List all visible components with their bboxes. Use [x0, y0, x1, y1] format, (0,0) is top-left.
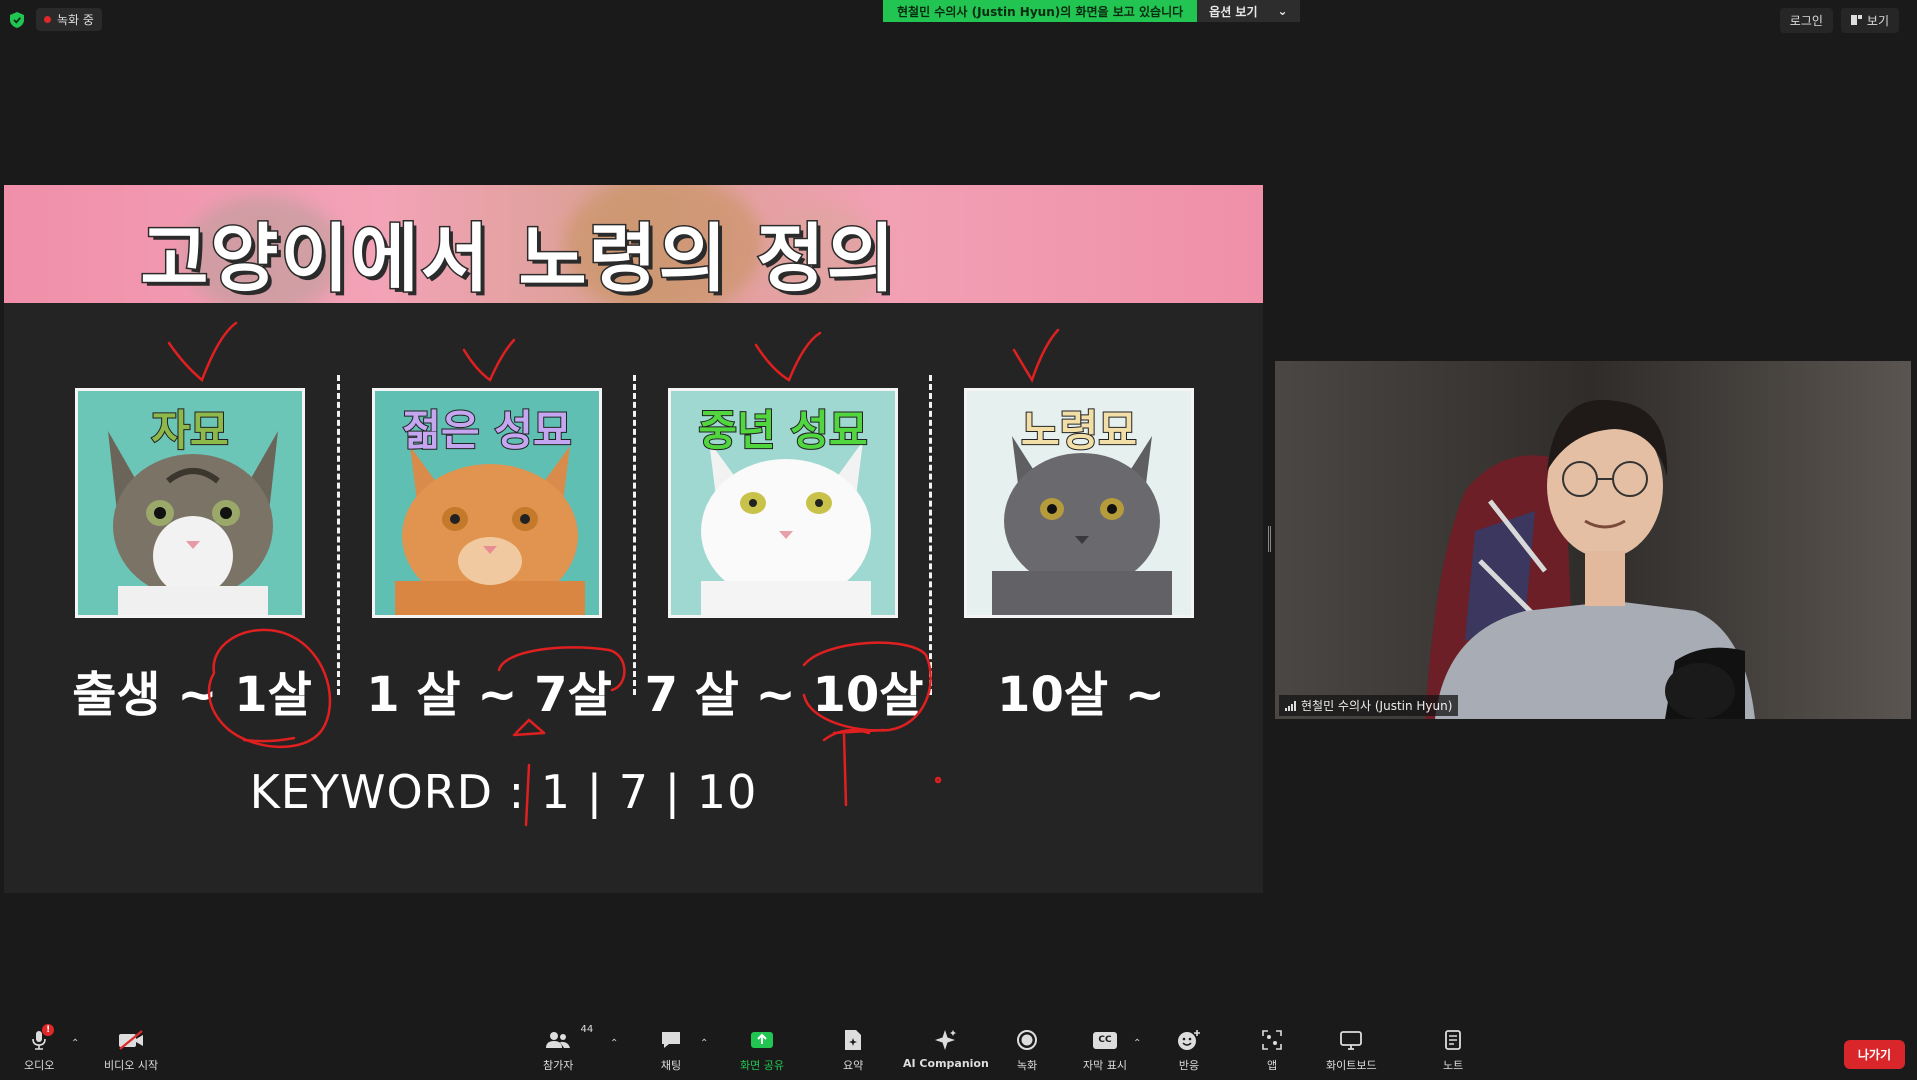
captions-label: 자막 표시 [1083, 1059, 1127, 1072]
screen-share-banner: 현철민 수의사 (Justin Hyun)의 화면을 보고 있습니다 옵션 보기… [883, 0, 1300, 22]
share-screen-button[interactable]: 화면 공유 [740, 1028, 784, 1073]
shared-screen-slide: 고양이에서 노령의 정의 자묘 젊은 성묘 중년 성묘 노령묘 출생 ~ 1살 … [4, 185, 1263, 893]
dashed-divider [337, 375, 340, 695]
reactions-button[interactable]: 반응 [1177, 1028, 1201, 1073]
whiteboard-label: 화이트보드 [1326, 1059, 1377, 1072]
sparkle-icon [934, 1028, 958, 1052]
recording-dot-icon [44, 16, 51, 23]
participants-icon: 44 [545, 1024, 593, 1052]
record-label: 녹화 [1016, 1059, 1038, 1072]
zoom-meeting-window: 녹화 중 현철민 수의사 (Justin Hyun)의 화면을 보고 있습니다 … [0, 0, 1917, 1080]
chat-button[interactable]: 채팅 [660, 1028, 682, 1073]
recording-indicator[interactable]: 녹화 중 [36, 8, 102, 31]
share-banner-text: 현철민 수의사 (Justin Hyun)의 화면을 보고 있습니다 [883, 0, 1198, 22]
apps-label: 앱 [1266, 1059, 1278, 1072]
leave-meeting-button[interactable]: 나가기 [1843, 1040, 1905, 1069]
whiteboard-icon [1339, 1028, 1363, 1052]
age-range-kitten: 출생 ~ 1살 [72, 667, 312, 723]
arrow-annotation [512, 731, 546, 737]
chat-icon [660, 1028, 682, 1052]
participants-caret-icon[interactable]: ⌃ [610, 1038, 618, 1049]
view-options-label: 옵션 보기 [1209, 4, 1258, 19]
age-range-senior: 10살 ~ [997, 667, 1165, 723]
whiteboard-button[interactable]: 화이트보드 [1326, 1028, 1377, 1073]
keyword-line: KEYWORD : 1 | 7 | 10 [249, 765, 758, 819]
card-label-middle-aged: 중년 성묘 [697, 405, 868, 456]
view-options-button[interactable]: 옵션 보기 ⌄ [1197, 0, 1300, 22]
card-young-adult: 젊은 성묘 [372, 388, 602, 618]
chat-label: 채팅 [660, 1059, 682, 1072]
chat-caret-icon[interactable]: ⌃ [700, 1038, 708, 1049]
closed-captions-icon: CC [1092, 1028, 1117, 1052]
slide-header-banner: 고양이에서 노령의 정의 [4, 185, 1263, 303]
card-label-young-adult: 젊은 성묘 [401, 405, 572, 456]
encryption-shield-icon[interactable] [8, 10, 26, 30]
participants-button[interactable]: 44 참가자 [543, 1024, 593, 1073]
apps-button[interactable]: 앱 [1262, 1028, 1282, 1073]
card-label-kitten: 자묘 [150, 405, 229, 456]
reactions-label: 반응 [1178, 1059, 1200, 1072]
signal-strength-icon [1285, 700, 1296, 711]
summary-button[interactable]: 요약 [843, 1028, 863, 1073]
apps-grid-icon [1262, 1028, 1282, 1052]
checkmark-annotation [1012, 328, 1060, 383]
participants-label: 참가자 [543, 1059, 574, 1072]
participant-video-feed [1275, 361, 1911, 719]
participant-video-tile[interactable]: 현철민 수의사 (Justin Hyun) [1275, 361, 1911, 719]
record-icon [1016, 1028, 1038, 1052]
audio-button[interactable]: ! 오디오 [24, 1024, 55, 1073]
notes-icon [1444, 1028, 1462, 1052]
top-left-status: 녹화 중 [8, 8, 102, 31]
card-middle-aged: 중년 성묘 [668, 388, 898, 618]
age-range-middle-aged: 7 살 ~ 10살 [644, 667, 924, 723]
ai-companion-label: AI Companion [903, 1057, 989, 1070]
dashed-divider [929, 375, 932, 695]
start-video-button[interactable]: 비디오 시작 [104, 1028, 158, 1073]
underline-annotation [242, 736, 296, 743]
microphone-icon: ! [30, 1024, 55, 1052]
captions-button[interactable]: CC 자막 표시 [1083, 1028, 1127, 1073]
share-screen-label: 화면 공유 [740, 1059, 784, 1072]
card-senior: 노령묘 [964, 388, 1194, 618]
chevron-down-icon: ⌄ [1277, 4, 1288, 18]
dashed-divider [633, 375, 636, 695]
age-range-young-adult: 1 살 ~ 7살 [366, 667, 612, 723]
summary-label: 요약 [843, 1059, 864, 1072]
video-off-icon [118, 1028, 144, 1052]
checkmark-annotation [754, 331, 822, 382]
view-layout-icon [1850, 14, 1862, 28]
notes-label: 노트 [1443, 1059, 1464, 1072]
record-button[interactable]: 녹화 [1016, 1028, 1038, 1073]
summary-document-icon [843, 1028, 863, 1052]
start-video-label: 비디오 시작 [104, 1059, 159, 1072]
mic-alert-badge: ! [42, 1024, 55, 1036]
participant-name-tag: 현철민 수의사 (Justin Hyun) [1279, 695, 1459, 716]
smiley-plus-icon [1177, 1028, 1201, 1052]
checkmark-annotation [167, 321, 238, 383]
captions-caret-icon[interactable]: ⌃ [1133, 1038, 1141, 1049]
notes-button[interactable]: 노트 [1443, 1028, 1463, 1073]
share-screen-icon [750, 1028, 774, 1052]
card-kitten: 자묘 [75, 388, 305, 618]
view-label: 보기 [1866, 14, 1889, 28]
panel-split-handle[interactable] [1268, 526, 1271, 552]
audio-label: 오디오 [24, 1059, 55, 1072]
top-right-controls: 로그인 보기 [1779, 8, 1899, 33]
login-button[interactable]: 로그인 [1779, 8, 1833, 33]
login-label: 로그인 [1789, 14, 1823, 28]
participant-count: 44 [580, 1024, 594, 1035]
ai-companion-button[interactable]: AI Companion [903, 1028, 989, 1070]
view-button[interactable]: 보기 [1840, 8, 1899, 33]
audio-options-caret-icon[interactable]: ⌃ [71, 1038, 79, 1049]
card-label-senior: 노령묘 [1020, 405, 1138, 456]
slide-title: 고양이에서 노령의 정의 [139, 215, 897, 304]
participant-name: 현철민 수의사 (Justin Hyun) [1301, 699, 1453, 713]
checkmark-annotation [462, 338, 516, 382]
recording-label: 녹화 중 [57, 13, 94, 27]
meeting-toolbar: ! 오디오 ⌃ 비디오 시작 44 참가자 ⌃ 채팅 ⌃ 화면 공유 요약 AI… [0, 1020, 1917, 1080]
